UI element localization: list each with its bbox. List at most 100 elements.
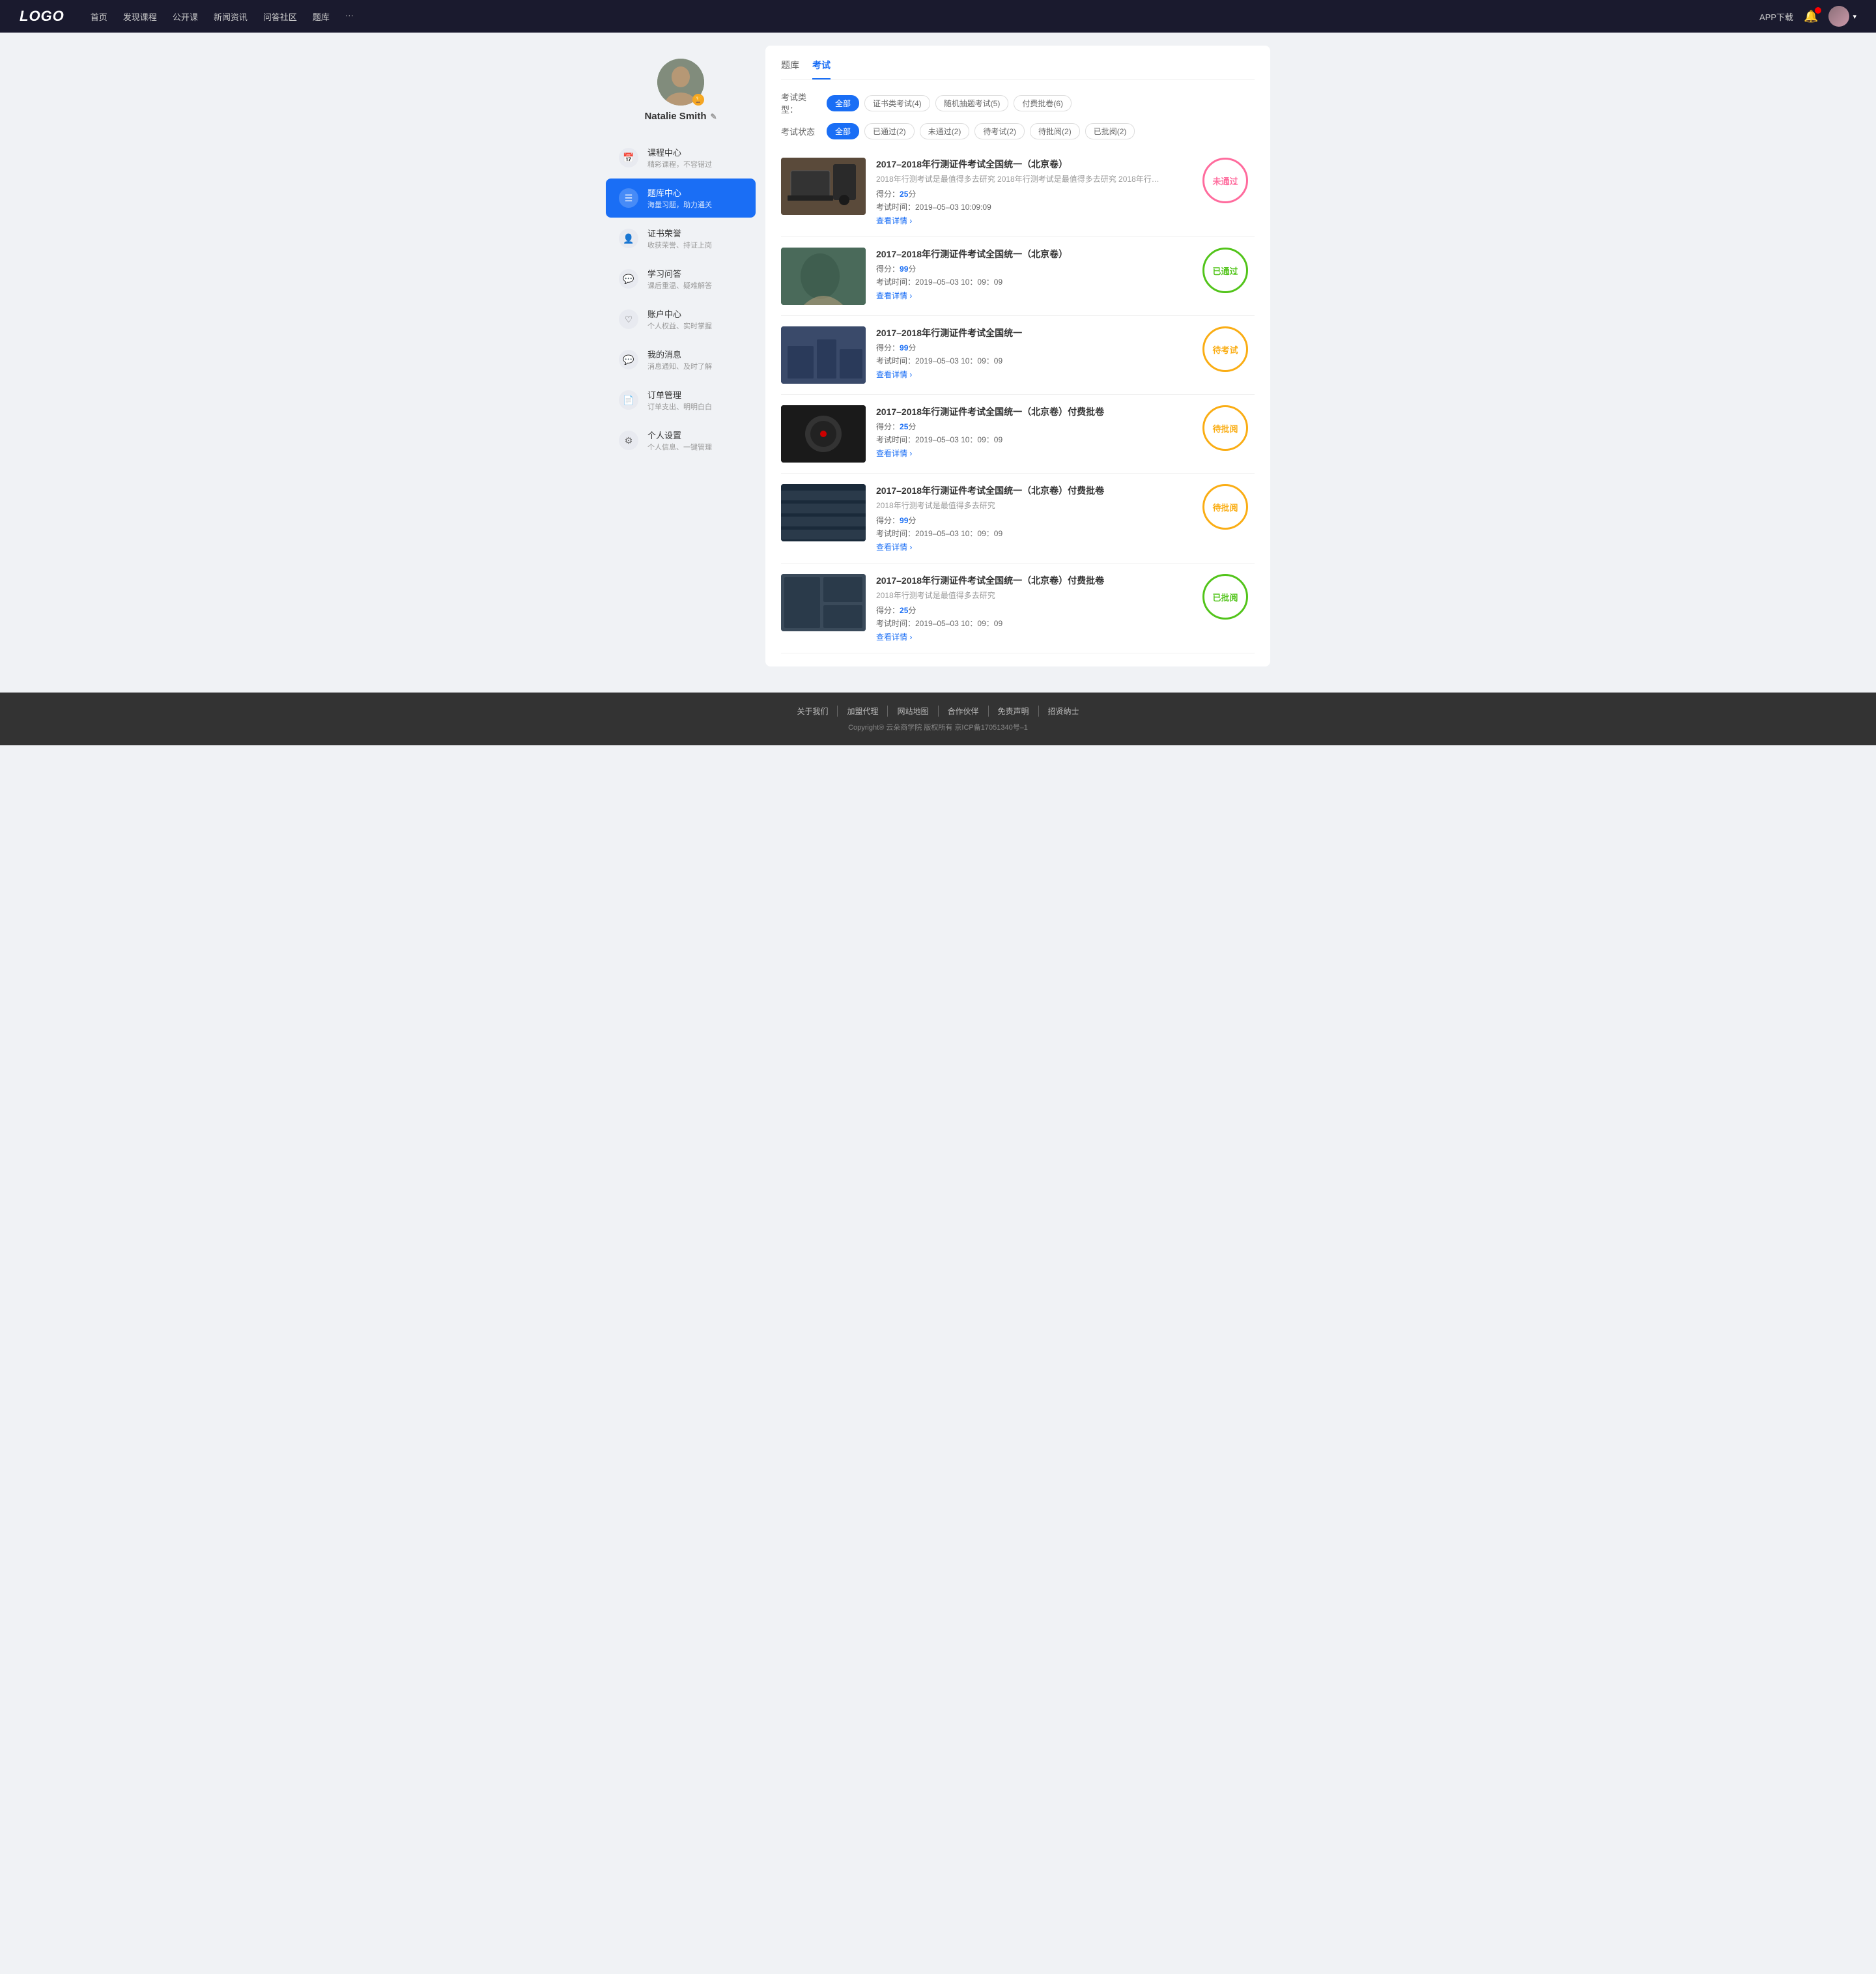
exam-time: 考试时间：2019–05–03 10:09:09: [876, 201, 1255, 212]
sidebar-title-certificate: 证书荣誉: [647, 227, 712, 239]
sidebar-text-certificate: 证书荣誉 收获荣誉、持证上岗: [647, 227, 712, 250]
sidebar-item-messages[interactable]: 💬 我的消息 消息通知、及时了解: [606, 340, 756, 379]
footer-link[interactable]: 免责声明: [989, 706, 1039, 717]
sidebar-title-qa: 学习问答: [647, 267, 712, 279]
tab-question-bank[interactable]: 题库: [781, 59, 799, 79]
sidebar-item-course-center[interactable]: 📅 课程中心 精彩课程，不容错过: [606, 138, 756, 177]
exam-status-stamp: 已批阅: [1202, 574, 1248, 620]
filter-status-tag[interactable]: 待批阅(2): [1030, 123, 1080, 139]
app-download-link[interactable]: APP下载: [1759, 10, 1793, 23]
exam-item: 2017–2018年行测证件考试全国统一（北京卷）付费批卷 2018年行测考试是…: [781, 564, 1255, 653]
sidebar-title-question-bank: 题库中心: [647, 186, 712, 199]
filter-status-tag[interactable]: 全部: [827, 123, 859, 139]
sidebar-text-account: 账户中心 个人权益、实时掌握: [647, 308, 712, 331]
nav-link[interactable]: 问答社区: [263, 10, 297, 23]
profile-avatar-wrap: 🏆: [657, 59, 704, 106]
profile-edit-icon[interactable]: ✎: [710, 112, 717, 121]
filter-type-tag[interactable]: 随机抽题考试(5): [935, 95, 1009, 111]
filter-status-tag[interactable]: 已批阅(2): [1085, 123, 1135, 139]
exam-score: 得分：99分: [876, 342, 1255, 353]
filter-type-tag[interactable]: 证书类考试(4): [864, 95, 930, 111]
exam-desc: 2018年行测考试是最值得多去研究 2018年行测考试是最值得多去研究 2018…: [876, 173, 1255, 184]
nav-link[interactable]: ···: [345, 10, 354, 23]
filter-status-tag[interactable]: 未通过(2): [920, 123, 970, 139]
notification-badge: [1815, 7, 1821, 14]
nav-link[interactable]: 题库: [313, 10, 330, 23]
sidebar-icon-question-bank: ☰: [619, 188, 638, 208]
nav-link[interactable]: 公开课: [173, 10, 198, 23]
exam-score: 得分：99分: [876, 515, 1255, 526]
footer-copyright: Copyright® 云朵商学院 版权所有 京ICP备17051340号–1: [13, 722, 1863, 732]
exam-thumbnail: [781, 484, 866, 541]
exam-info: 2017–2018年行测证件考试全国统一（北京卷） 得分：99分 考试时间：20…: [876, 248, 1255, 301]
exam-title: 2017–2018年行测证件考试全国统一（北京卷）付费批卷: [876, 405, 1255, 418]
exam-list: 2017–2018年行测证件考试全国统一（北京卷） 2018年行测考试是最值得多…: [781, 147, 1255, 653]
exam-detail-link[interactable]: 查看详情 ›: [876, 631, 1255, 642]
footer-link[interactable]: 合作伙伴: [939, 706, 989, 717]
top-tabs: 题库考试: [781, 59, 1255, 80]
profile-name: Natalie Smith ✎: [644, 111, 717, 122]
exam-detail-link[interactable]: 查看详情 ›: [876, 290, 1255, 301]
sidebar-icon-settings: ⚙: [619, 431, 638, 450]
exam-score: 得分：25分: [876, 605, 1255, 616]
sidebar-item-qa[interactable]: 💬 学习问答 课后重温、疑难解答: [606, 259, 756, 298]
footer-link[interactable]: 关于我们: [788, 706, 838, 717]
filter-status-tag[interactable]: 待考试(2): [974, 123, 1025, 139]
filter-type-label: 考试类型：: [781, 91, 820, 115]
nav-link[interactable]: 新闻资讯: [214, 10, 248, 23]
logo: LOGO: [20, 8, 64, 25]
exam-status-stamp: 已通过: [1202, 248, 1248, 293]
exam-title: 2017–2018年行测证件考试全国统一: [876, 326, 1255, 339]
nav-link[interactable]: 发现课程: [123, 10, 157, 23]
notification-bell[interactable]: 🔔: [1804, 10, 1818, 23]
filter-status-tag[interactable]: 已通过(2): [864, 123, 915, 139]
sidebar-sub-qa: 课后重温、疑难解答: [647, 280, 712, 291]
exam-status-stamp: 未通过: [1202, 158, 1248, 203]
sidebar-sub-account: 个人权益、实时掌握: [647, 321, 712, 331]
stamp-pending-review: 待批阅: [1202, 405, 1248, 451]
sidebar-item-orders[interactable]: 📄 订单管理 订单支出、明明白白: [606, 380, 756, 420]
footer-link[interactable]: 招贤纳士: [1039, 706, 1088, 717]
sidebar-icon-certificate: 👤: [619, 229, 638, 248]
filter-type-tag[interactable]: 付费批卷(6): [1014, 95, 1072, 111]
sidebar-text-settings: 个人设置 个人信息、一键管理: [647, 429, 712, 452]
exam-detail-link[interactable]: 查看详情 ›: [876, 448, 1255, 459]
profile-section: 🏆 Natalie Smith ✎: [606, 46, 756, 132]
exam-thumbnail: [781, 574, 866, 631]
exam-title: 2017–2018年行测证件考试全国统一（北京卷）: [876, 158, 1255, 171]
tab-exam[interactable]: 考试: [812, 59, 831, 79]
navbar: LOGO 首页 发现课程 公开课 新闻资讯 问答社区 题库 ··· APP下载 🔔 ▾: [0, 0, 1876, 33]
main-content: 题库考试 考试类型： 全部证书类考试(4) 随机抽题考试(5) 付费批卷(6) 考试…: [765, 46, 1270, 666]
sidebar-item-question-bank[interactable]: ☰ 题库中心 海量习题，助力通关: [606, 179, 756, 218]
sidebar-text-orders: 订单管理 订单支出、明明白白: [647, 388, 712, 412]
sidebar-item-certificate[interactable]: 👤 证书荣誉 收获荣誉、持证上岗: [606, 219, 756, 258]
sidebar-menu: 📅 课程中心 精彩课程，不容错过 ☰ 题库中心 海量习题，助力通关 👤 证书荣誉…: [606, 138, 756, 460]
exam-info: 2017–2018年行测证件考试全国统一（北京卷）付费批卷 2018年行测考试是…: [876, 484, 1255, 552]
filter-type-tag[interactable]: 全部: [827, 95, 859, 111]
exam-detail-link[interactable]: 查看详情 ›: [876, 369, 1255, 380]
sidebar-text-qa: 学习问答 课后重温、疑难解答: [647, 267, 712, 291]
filter-status-row: 考试状态 全部已通过(2)未通过(2)待考试(2)待批阅(2)已批阅(2): [781, 123, 1255, 139]
sidebar-item-settings[interactable]: ⚙ 个人设置 个人信息、一键管理: [606, 421, 756, 460]
sidebar-sub-messages: 消息通知、及时了解: [647, 361, 712, 371]
stamp-passed: 已通过: [1202, 248, 1248, 293]
exam-thumbnail: [781, 405, 866, 463]
exam-detail-link[interactable]: 查看详情 ›: [876, 215, 1255, 226]
exam-score: 得分：25分: [876, 421, 1255, 432]
sidebar-text-course-center: 课程中心 精彩课程，不容错过: [647, 146, 712, 169]
footer-link[interactable]: 网站地图: [888, 706, 938, 717]
filter-type-tags[interactable]: 全部证书类考试(4) 随机抽题考试(5) 付费批卷(6): [827, 95, 1072, 111]
exam-detail-link[interactable]: 查看详情 ›: [876, 541, 1255, 552]
exam-score: 得分：25分: [876, 188, 1255, 199]
sidebar-item-account[interactable]: ♡ 账户中心 个人权益、实时掌握: [606, 300, 756, 339]
stamp-pending-review: 待批阅: [1202, 484, 1248, 530]
exam-item: 2017–2018年行测证件考试全国统一（北京卷）付费批卷 2018年行测考试是…: [781, 474, 1255, 564]
footer-links: 关于我们加盟代理网站地图合作伙伴免责声明招贤纳士: [13, 706, 1863, 717]
nav-link[interactable]: 首页: [91, 10, 107, 23]
footer-link[interactable]: 加盟代理: [838, 706, 888, 717]
exam-info: 2017–2018年行测证件考试全国统一（北京卷） 2018年行测考试是最值得多…: [876, 158, 1255, 226]
nav-avatar: [1828, 6, 1849, 27]
user-avatar-menu[interactable]: ▾: [1828, 6, 1856, 27]
filter-status-tags[interactable]: 全部已通过(2) 未通过(2)待考试(2) 待批阅(2) 已批阅(2): [827, 123, 1135, 139]
content-area: 🏆 Natalie Smith ✎ 📅 课程中心 精彩课程，不容错过 ☰ 题库中…: [606, 46, 1270, 666]
